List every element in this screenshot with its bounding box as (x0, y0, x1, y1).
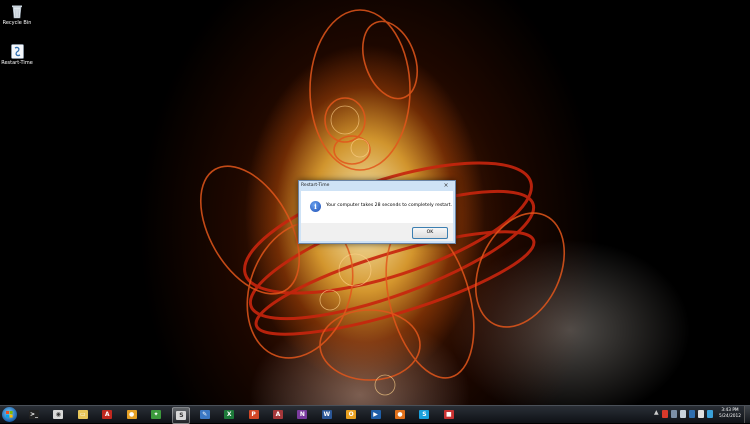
ok-button[interactable]: OK (412, 227, 448, 239)
taskbar-app-chrome[interactable]: ◉ (50, 407, 66, 422)
taskbar-app-excel[interactable]: X (221, 407, 237, 422)
clock-date: 5/24/2012 (718, 414, 742, 419)
taskbar-app-access[interactable]: A (270, 407, 286, 422)
taskbar-app-firefox[interactable]: ● (392, 407, 408, 422)
media-disc-icon: ● (126, 410, 137, 419)
powerpoint-icon: P (248, 410, 259, 419)
show-hidden-icons-button[interactable]: ▲ (654, 409, 659, 416)
dialog-footer: OK (301, 223, 453, 241)
information-icon: i (310, 201, 321, 212)
taskbar-app-paint[interactable]: ■ (441, 407, 457, 422)
security-icon[interactable] (689, 410, 695, 418)
taskbar-app-explorer[interactable]: ▭ (75, 407, 91, 422)
outlook-icon: O (346, 410, 357, 419)
paint-icon: ■ (443, 410, 454, 419)
network-icon[interactable] (671, 410, 677, 418)
dialog-close-button[interactable]: × (441, 181, 451, 190)
desktop-icon-recycle-bin[interactable]: Recycle Bin (0, 4, 34, 26)
taskbar-app-restart-time[interactable]: S (172, 407, 191, 424)
start-button[interactable] (2, 407, 17, 422)
windows-start-icon (6, 411, 13, 418)
access-icon: A (273, 410, 283, 419)
utility-green-icon: ✦ (151, 410, 161, 419)
command-prompt-icon: >_ (29, 410, 39, 419)
taskbar-app-media-disc[interactable]: ● (124, 407, 140, 422)
show-desktop-button[interactable] (744, 406, 750, 423)
taskbar: >_ ◉ ▭ A ● ✦ S ✎ X P A N W O ▶ ● S ■ ▲ 3:43 PM 5/24/2012 (0, 405, 750, 424)
taskbar-app-utility-green[interactable]: ✦ (148, 407, 164, 422)
taskbar-app-powerpoint[interactable]: P (246, 407, 262, 422)
acrobat-icon: A (102, 410, 113, 419)
restart-time-dialog: Restart-Time × i Your computer takes 28 … (298, 180, 456, 244)
explorer-icon: ▭ (77, 410, 88, 419)
taskbar-app-notepad[interactable]: ✎ (197, 407, 213, 422)
excel-icon: X (224, 410, 235, 419)
power-icon[interactable] (707, 410, 713, 418)
taskbar-app-word[interactable]: W (319, 407, 335, 422)
desktop-icon-label: Recycle Bin (2, 20, 32, 26)
action-center-icon[interactable] (698, 410, 704, 418)
taskbar-app-skype[interactable]: S (416, 407, 432, 422)
dialog-body: i Your computer takes 28 seconds to comp… (301, 191, 453, 223)
recycle-bin-icon (12, 5, 22, 19)
taskbar-app-onenote[interactable]: N (294, 407, 310, 422)
dialog-message: Your computer takes 28 seconds to comple… (326, 203, 452, 208)
taskbar-app-command-prompt[interactable]: >_ (26, 407, 42, 422)
firefox-icon: ● (395, 410, 405, 419)
chrome-icon: ◉ (53, 410, 64, 419)
clock[interactable]: 3:43 PM 5/24/2012 (718, 408, 742, 420)
word-icon: W (321, 410, 332, 419)
dialog-title: Restart-Time (301, 183, 330, 188)
desktop: Recycle Bin Restart-Time Restart-Time × … (0, 0, 750, 405)
taskbar-app-windows-media[interactable]: ▶ (368, 407, 384, 422)
flag-icon[interactable] (662, 410, 668, 418)
desktop-icon-label: Restart-Time (1, 60, 33, 66)
skype-icon: S (419, 410, 430, 419)
onenote-icon: N (297, 410, 308, 419)
desktop-icon-restart-time[interactable]: Restart-Time (0, 44, 34, 66)
volume-icon[interactable] (680, 410, 686, 418)
taskbar-app-acrobat[interactable]: A (99, 407, 115, 422)
notepad-icon: ✎ (199, 410, 210, 419)
restart-time-icon: S (176, 411, 187, 420)
taskbar-app-outlook[interactable]: O (343, 407, 359, 422)
windows-media-icon: ▶ (370, 410, 381, 419)
restart-time-app-icon (10, 44, 24, 59)
